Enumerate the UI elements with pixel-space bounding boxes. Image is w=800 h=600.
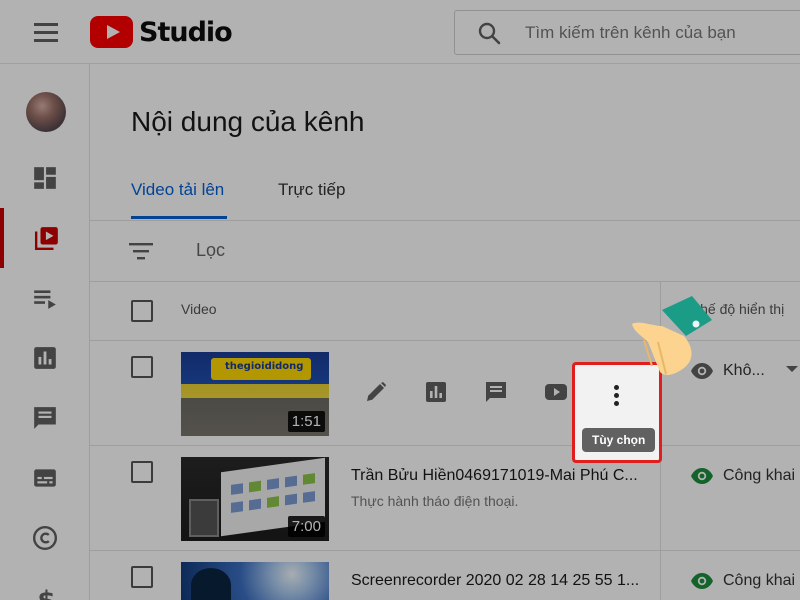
phone-image: [189, 499, 219, 537]
playlists-icon: [34, 290, 56, 309]
video-thumbnail[interactable]: thegioididong 1:51: [181, 352, 329, 436]
thumbnail-text: thegioididong: [225, 361, 304, 372]
tabs-divider: [90, 220, 800, 221]
search-input[interactable]: [525, 21, 795, 45]
column-header-video: Video: [181, 301, 217, 317]
visibility-status[interactable]: Công khai: [690, 569, 795, 593]
studio-logo[interactable]: Studio: [90, 15, 233, 49]
logo-text: Studio: [139, 16, 233, 48]
svg-text:$: $: [37, 586, 55, 600]
youtube-logo-icon: [90, 16, 133, 48]
analytics-button[interactable]: [422, 378, 450, 406]
tree-silhouette: [191, 568, 231, 600]
row-divider: [90, 550, 800, 551]
search-icon[interactable]: [477, 21, 501, 45]
pointing-hand-icon: [632, 296, 712, 375]
video-title[interactable]: Screenrecorder 2020 02 28 14 25 55 1...: [351, 572, 641, 590]
tab-live[interactable]: Trực tiếp: [278, 180, 345, 200]
sidebar-item-analytics[interactable]: [0, 328, 90, 388]
subtitles-icon: [34, 469, 56, 487]
row-checkbox[interactable]: [131, 566, 153, 588]
video-thumbnail[interactable]: 7:00: [181, 457, 329, 541]
row-checkbox[interactable]: [131, 461, 153, 483]
analytics-icon: [426, 382, 446, 402]
content-icon: [34, 227, 58, 251]
edit-button[interactable]: [362, 378, 390, 406]
analytics-icon: [34, 347, 56, 369]
sidebar-item-monetization[interactable]: $: [0, 568, 90, 600]
dashboard-icon: [34, 167, 56, 189]
menu-icon[interactable]: [30, 20, 62, 46]
comments-button[interactable]: [482, 378, 510, 406]
comments-icon: [34, 407, 56, 429]
view-on-youtube-button[interactable]: [542, 378, 570, 406]
copyright-icon: [32, 525, 58, 551]
video-duration: 1:51: [287, 411, 325, 432]
eye-icon: [691, 573, 713, 589]
avatar[interactable]: [26, 92, 66, 132]
eye-icon: [691, 468, 713, 484]
sidebar-item-copyright[interactable]: [0, 508, 90, 568]
video-duration: 7:00: [287, 516, 325, 537]
filter-label[interactable]: Lọc: [196, 240, 225, 261]
sidebar-item-dashboard[interactable]: [0, 148, 90, 208]
filter-icon[interactable]: [128, 240, 154, 262]
page-title: Nội dung của kênh: [131, 106, 365, 137]
pencil-icon: [367, 382, 386, 401]
tab-uploads[interactable]: Video tải lên: [131, 180, 224, 200]
search-box[interactable]: [454, 10, 800, 55]
more-vertical-icon: [613, 385, 621, 409]
visibility-label: Khô...: [723, 362, 765, 379]
select-all-checkbox[interactable]: [131, 300, 153, 322]
monetization-icon: $: [37, 586, 55, 600]
visibility-label: Công khai: [723, 572, 796, 589]
row-divider: [90, 445, 800, 446]
video-title[interactable]: Trần Bửu Hiền0469171019-Mai Phú C...: [351, 467, 641, 485]
sidebar-item-subtitles[interactable]: [0, 448, 90, 508]
visibility-label: Công khai: [723, 467, 796, 484]
comments-icon: [486, 382, 506, 402]
sidebar-item-comments[interactable]: [0, 388, 90, 448]
top-bar: Studio: [0, 0, 800, 64]
youtube-play-icon: [545, 384, 567, 400]
row-checkbox[interactable]: [131, 356, 153, 378]
visibility-dropdown-icon[interactable]: [786, 366, 798, 372]
visibility-status[interactable]: Công khai: [690, 464, 795, 488]
video-thumbnail[interactable]: [181, 562, 329, 600]
options-tooltip: Tùy chọn: [582, 428, 656, 452]
sidebar: $: [0, 64, 90, 600]
filter-divider: [90, 281, 800, 282]
video-description: Thực hành tháo điện thoại.: [351, 493, 519, 509]
sidebar-item-playlists[interactable]: [0, 268, 90, 328]
sidebar-item-content[interactable]: [0, 208, 90, 268]
active-tab-indicator: [131, 216, 227, 219]
